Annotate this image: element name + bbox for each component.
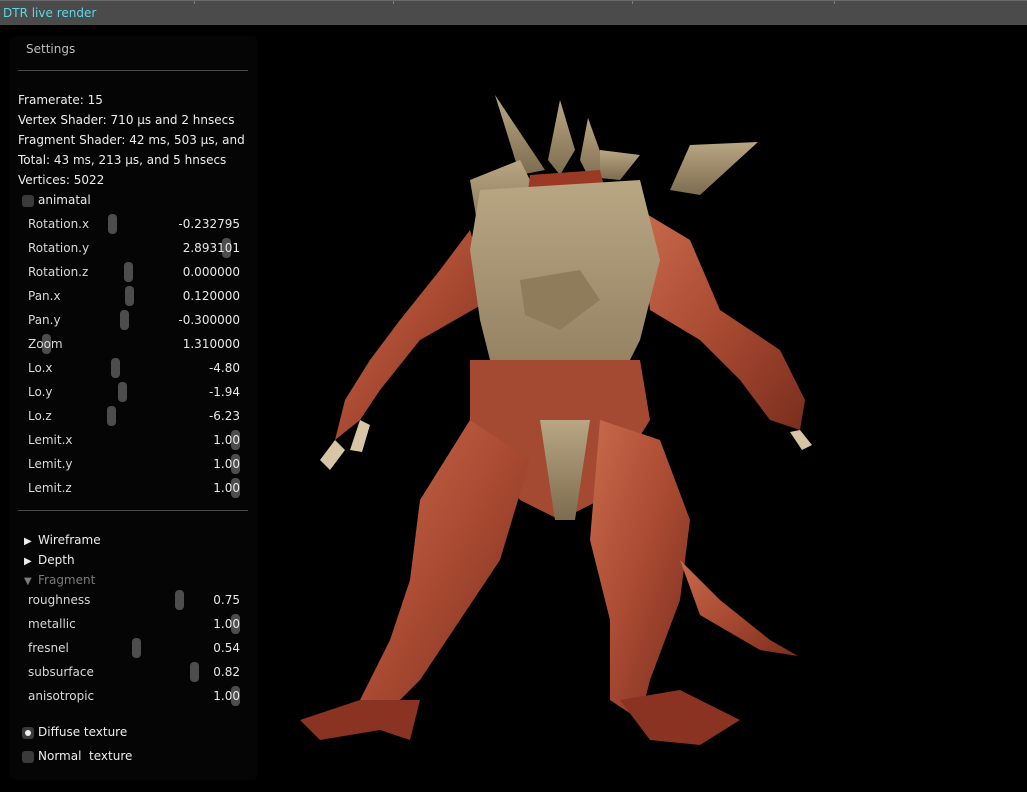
slider-label: subsurface	[28, 665, 94, 679]
normal-texture-label[interactable]: Normal texture	[38, 749, 132, 763]
fragment-shader-text: Fragment Shader: 42 ms, 503 μs, and 3	[18, 133, 248, 147]
slider-handle[interactable]	[132, 638, 141, 658]
slider-label: Lo.y	[28, 385, 53, 399]
slider-value: -1.94	[208, 385, 240, 399]
slider-label: Rotation.y	[28, 241, 90, 255]
framerate-text: Framerate: 15	[18, 93, 103, 107]
slider-value: 1.00	[213, 433, 240, 447]
slider-lo-y[interactable]: Lo.y -1.94	[18, 382, 240, 402]
slider-pan-x[interactable]: Pan.x 0.120000	[18, 286, 240, 306]
slider-handle[interactable]	[175, 590, 184, 610]
slider-value: -6.23	[208, 409, 240, 423]
vertex-shader-text: Vertex Shader: 710 μs and 2 hnsecs	[18, 113, 235, 127]
normal-texture-checkbox[interactable]	[22, 751, 34, 763]
slider-label: anisotropic	[28, 689, 95, 703]
divider	[18, 510, 248, 511]
settings-panel: Settings Framerate: 15 Vertex Shader: 71…	[10, 36, 258, 780]
slider-rotation-y[interactable]: Rotation.y 2.893101	[18, 238, 240, 258]
slider-metallic[interactable]: metallic 1.00	[18, 614, 240, 634]
expand-arrow-icon: ▶	[24, 556, 32, 567]
slider-handle[interactable]	[107, 406, 116, 426]
vertices-text: Vertices: 5022	[18, 173, 105, 187]
slider-value: 1.00	[213, 457, 240, 471]
divider	[18, 70, 248, 71]
animate-label[interactable]: animatal	[38, 193, 91, 207]
slider-handle[interactable]	[124, 262, 133, 282]
slider-label: Rotation.x	[28, 217, 90, 231]
slider-label: Zoom	[28, 337, 63, 351]
slider-anisotropic[interactable]: anisotropic 1.00	[18, 686, 240, 706]
title-bar-divider	[632, 1, 633, 4]
slider-value: 0.54	[213, 641, 240, 655]
title-bar[interactable]: DTR live render	[0, 0, 1027, 25]
collapse-arrow-icon: ▼	[24, 576, 32, 587]
slider-fresnel[interactable]: fresnel 0.54	[18, 638, 240, 658]
slider-label: Lemit.x	[28, 433, 73, 447]
slider-value: -0.300000	[178, 313, 240, 327]
slider-value: 1.00	[213, 617, 240, 631]
total-time-text: Total: 43 ms, 213 μs, and 5 hnsecs	[18, 153, 227, 167]
slider-zoom[interactable]: Zoom 1.310000	[18, 334, 240, 354]
title-bar-divider	[393, 1, 394, 4]
panel-heading: Settings	[26, 42, 76, 56]
slider-label: Lo.x	[28, 361, 53, 375]
slider-lo-x[interactable]: Lo.x -4.80	[18, 358, 240, 378]
slider-handle[interactable]	[118, 382, 127, 402]
tree-node-wireframe[interactable]: ▶ Wireframe	[24, 533, 101, 547]
slider-subsurface[interactable]: subsurface 0.82	[18, 662, 240, 682]
slider-label: Pan.y	[28, 313, 61, 327]
tree-node-label: Fragment	[38, 573, 96, 587]
slider-handle[interactable]	[108, 214, 117, 234]
tree-node-label: Depth	[38, 553, 75, 567]
slider-label: Lemit.z	[28, 481, 72, 495]
title-bar-divider	[834, 1, 835, 4]
slider-handle[interactable]	[190, 662, 199, 682]
expand-arrow-icon: ▶	[24, 536, 32, 547]
slider-label: Lemit.y	[28, 457, 73, 471]
slider-rotation-x[interactable]: Rotation.x -0.232795	[18, 214, 240, 234]
slider-lemit-z[interactable]: Lemit.z 1.00	[18, 478, 240, 498]
slider-lemit-x[interactable]: Lemit.x 1.00	[18, 430, 240, 450]
slider-value: 1.310000	[182, 337, 240, 351]
title-bar-divider	[194, 1, 195, 4]
animate-checkbox[interactable]	[22, 195, 34, 207]
diffuse-texture-label[interactable]: Diffuse texture	[38, 725, 127, 739]
tree-node-depth[interactable]: ▶ Depth	[24, 553, 75, 567]
slider-label: Lo.z	[28, 409, 52, 423]
slider-value: 1.00	[213, 481, 240, 495]
slider-roughness[interactable]: roughness 0.75	[18, 590, 240, 610]
slider-value: 1.00	[213, 689, 240, 703]
slider-pan-y[interactable]: Pan.y -0.300000	[18, 310, 240, 330]
slider-label: roughness	[28, 593, 91, 607]
window-title: DTR live render	[3, 6, 97, 20]
slider-value: 2.893101	[182, 241, 240, 255]
slider-value: 0.82	[213, 665, 240, 679]
slider-value: 0.75	[213, 593, 240, 607]
tree-node-label: Wireframe	[38, 533, 101, 547]
slider-value: 0.000000	[182, 265, 240, 279]
slider-label: Pan.x	[28, 289, 61, 303]
diffuse-texture-checkbox[interactable]	[22, 727, 34, 739]
slider-handle[interactable]	[125, 286, 134, 306]
slider-lo-z[interactable]: Lo.z -6.23	[18, 406, 240, 426]
slider-handle[interactable]	[120, 310, 129, 330]
tree-node-fragment[interactable]: ▼ Fragment	[24, 573, 95, 587]
slider-lemit-y[interactable]: Lemit.y 1.00	[18, 454, 240, 474]
slider-label: Rotation.z	[28, 265, 89, 279]
slider-label: metallic	[28, 617, 76, 631]
slider-value: 0.120000	[182, 289, 240, 303]
slider-value: -4.80	[208, 361, 240, 375]
slider-rotation-z[interactable]: Rotation.z 0.000000	[18, 262, 240, 282]
slider-value: -0.232795	[178, 217, 240, 231]
slider-handle[interactable]	[111, 358, 120, 378]
slider-label: fresnel	[28, 641, 69, 655]
